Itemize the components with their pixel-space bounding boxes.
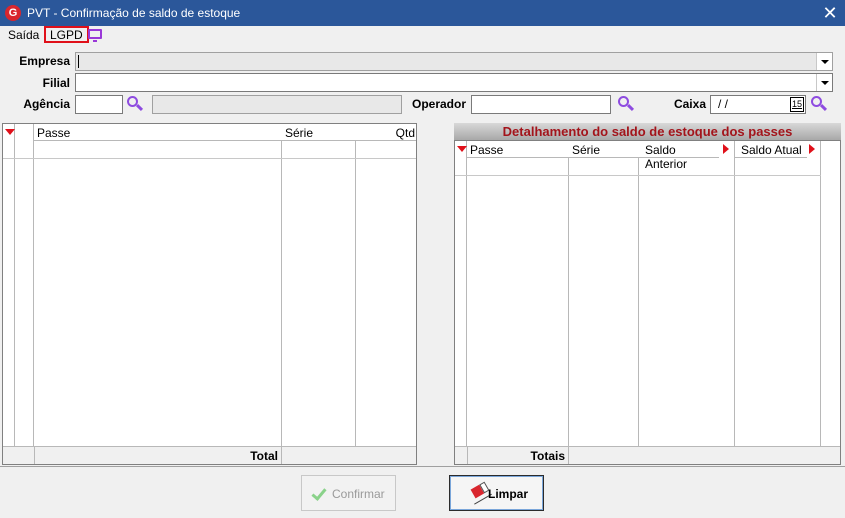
- menu-saida[interactable]: Saída: [8, 28, 39, 42]
- confirmar-button[interactable]: Confirmar: [301, 475, 396, 511]
- footer-divider: [0, 466, 845, 467]
- detail-grid-title: Detalhamento do saldo de estoque dos pas…: [454, 123, 841, 140]
- agencia-search-icon[interactable]: [126, 95, 144, 113]
- monitor-icon[interactable]: [88, 29, 102, 42]
- text-cursor: [78, 55, 79, 68]
- empresa-dropdown-button[interactable]: [816, 53, 832, 70]
- operador-search-icon[interactable]: [617, 95, 635, 113]
- table-row[interactable]: [455, 158, 821, 176]
- empresa-combo[interactable]: [75, 52, 833, 71]
- close-button[interactable]: ✕: [815, 0, 845, 26]
- column-header-qtd[interactable]: Qtd: [356, 124, 416, 141]
- menu-lgpd[interactable]: LGPD: [44, 26, 89, 43]
- filial-dropdown-button[interactable]: [816, 74, 832, 91]
- column-header-saldo-anterior[interactable]: Saldo Anterior: [639, 141, 719, 171]
- caixa-label: Caixa: [673, 97, 706, 111]
- column-header-passe[interactable]: Passe: [467, 141, 569, 158]
- filial-combo[interactable]: [75, 73, 833, 92]
- menu-bar: Saída LGPD: [0, 26, 845, 44]
- agencia-label: Agência: [23, 97, 70, 111]
- eraser-icon: [470, 481, 492, 505]
- expand-right-icon[interactable]: [809, 144, 815, 154]
- check-icon: [311, 485, 327, 501]
- grid-footer: Totais: [455, 446, 840, 464]
- sort-indicator-icon[interactable]: [457, 146, 467, 152]
- grid-footer: Total: [3, 446, 416, 464]
- calendar-icon[interactable]: 15: [790, 97, 804, 112]
- agencia-code-input[interactable]: [75, 95, 123, 114]
- confirmar-label: Confirmar: [332, 487, 385, 501]
- app-logo-icon: G: [5, 5, 21, 21]
- title-bar: G PVT - Confirmação de saldo de estoque …: [0, 0, 845, 26]
- caixa-date-input[interactable]: / / 15: [710, 95, 806, 114]
- filial-label: Filial: [42, 76, 70, 90]
- detail-grid[interactable]: Passe Série Saldo Anterior Saldo Atual T…: [454, 140, 841, 465]
- empresa-label: Empresa: [19, 54, 70, 68]
- window-title: PVT - Confirmação de saldo de estoque: [27, 6, 241, 20]
- total-label: Total: [34, 447, 282, 464]
- passes-grid[interactable]: Passe Série Qtd Total: [2, 123, 417, 465]
- agencia-name-field: [152, 95, 402, 114]
- caixa-date-value: / /: [718, 97, 729, 111]
- operador-label: Operador: [411, 97, 466, 111]
- column-header-passe[interactable]: Passe: [34, 124, 282, 141]
- totais-label: Totais: [467, 447, 569, 464]
- table-row[interactable]: [3, 141, 416, 159]
- column-header-saldo-atual[interactable]: Saldo Atual: [735, 141, 807, 158]
- expand-right-icon[interactable]: [723, 144, 729, 154]
- caixa-search-icon[interactable]: [810, 95, 828, 113]
- limpar-label: Limpar: [488, 487, 529, 501]
- column-header-serie[interactable]: Série: [282, 124, 356, 141]
- sort-indicator-icon[interactable]: [5, 129, 15, 135]
- operador-input[interactable]: [471, 95, 611, 114]
- limpar-button[interactable]: Limpar: [449, 475, 544, 511]
- column-header-serie[interactable]: Série: [569, 141, 639, 158]
